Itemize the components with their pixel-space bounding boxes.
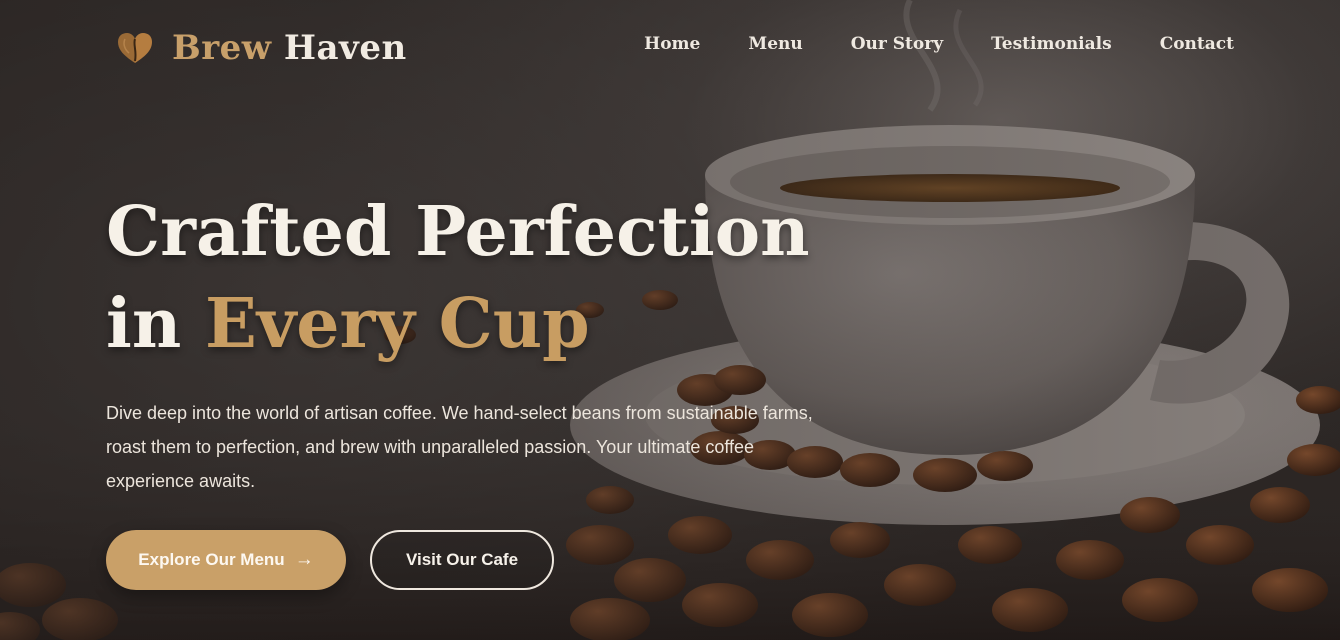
hero-actions: Explore Our Menu → Visit Our Cafe xyxy=(106,530,554,590)
nav-link-home[interactable]: Home xyxy=(644,34,700,54)
headline-line-2-accent: Every Cup xyxy=(204,284,590,364)
nav-link-testimonials[interactable]: Testimonials xyxy=(991,34,1112,54)
hero-description: Dive deep into the world of artisan coff… xyxy=(106,403,813,491)
coffee-bean-heart-icon xyxy=(118,33,152,63)
explore-menu-label: Explore Our Menu xyxy=(138,550,285,569)
brand-name-haven: Haven xyxy=(283,28,407,68)
headline-line-2-prefix: in xyxy=(106,284,205,364)
nav-link-our-story[interactable]: Our Story xyxy=(851,34,943,54)
arrow-right-icon: → xyxy=(294,549,314,570)
brand-name: Brew Haven xyxy=(172,28,407,68)
brand-logo[interactable]: Brew Haven xyxy=(116,26,407,70)
top-navigation: Brew Haven Home Menu Our Story Testimoni… xyxy=(0,0,1340,96)
brand-name-brew: Brew xyxy=(172,28,272,68)
hero-content: Crafted Perfection in Every Cup Dive dee… xyxy=(106,186,846,498)
hero-headline: Crafted Perfection in Every Cup xyxy=(106,186,846,370)
nav-link-contact[interactable]: Contact xyxy=(1160,34,1234,54)
visit-cafe-button[interactable]: Visit Our Cafe xyxy=(370,530,554,590)
explore-menu-button[interactable]: Explore Our Menu → xyxy=(106,530,346,590)
nav-links: Home Menu Our Story Testimonials Contact xyxy=(644,34,1234,54)
headline-line-1: Crafted Perfection xyxy=(106,192,810,272)
nav-link-menu[interactable]: Menu xyxy=(748,34,802,54)
